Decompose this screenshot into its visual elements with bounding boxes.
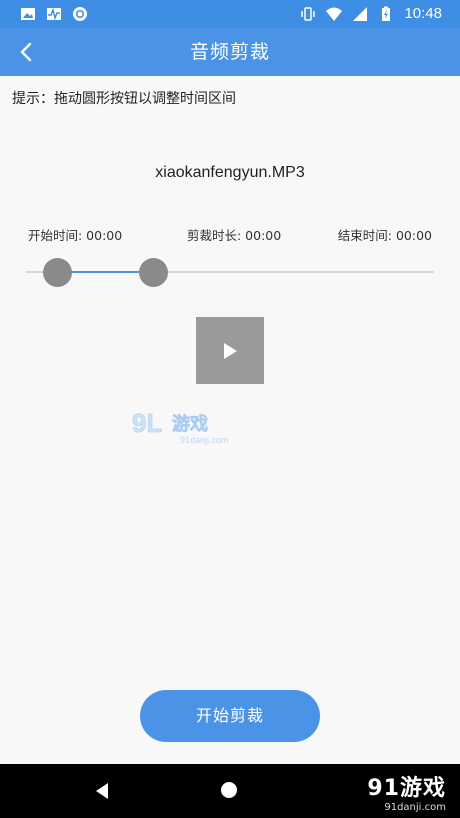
svg-text:9L: 9L: [132, 408, 162, 438]
status-right-icons: 10:48: [300, 4, 442, 24]
corner-logo: 91游戏 91danji.com: [367, 770, 446, 813]
end-time-label: 结束时间: 00:00: [337, 228, 432, 243]
page-title: 音频剪裁: [189, 41, 270, 63]
nav-home-icon[interactable]: [221, 782, 237, 798]
vibrate-icon: [301, 7, 316, 21]
hint-text: 提示：拖动圆形按钮以调整时间区间: [12, 91, 236, 107]
circle-icon: [73, 7, 87, 21]
status-left-icons: [20, 6, 88, 22]
system-nav-bar: 91游戏 91danji.com: [0, 764, 460, 818]
status-time: 10:48: [404, 5, 442, 22]
nav-back-icon[interactable]: [94, 782, 110, 800]
play-button[interactable]: [196, 317, 264, 384]
svg-text:91danji.com: 91danji.com: [180, 435, 229, 445]
start-cut-button[interactable]: 开始剪裁: [140, 690, 320, 742]
watermark-graphic: 9L 游戏 91danji.com: [132, 408, 229, 445]
start-handle[interactable]: [43, 258, 72, 287]
end-handle[interactable]: [139, 258, 168, 287]
file-name: xiaokanfengyun.MP3: [155, 164, 305, 181]
corner-logo-url: 91danji.com: [384, 802, 446, 813]
status-bar: 10:48: [0, 0, 460, 28]
watermark-logo: 9L 游戏 91danji.com: [132, 408, 232, 448]
signal-icon: [353, 7, 368, 21]
svg-text:游戏: 游戏: [172, 413, 208, 435]
battery-icon: [382, 6, 391, 21]
image-icon: [21, 8, 35, 20]
start-time-label: 开始时间: 00:00: [28, 228, 123, 243]
app-bar: 音频剪裁: [0, 28, 460, 76]
corner-logo-text: 91游戏: [367, 776, 446, 801]
wifi-icon: [326, 7, 343, 21]
activity-icon: [47, 7, 61, 21]
duration-label: 剪裁时长: 00:00: [187, 228, 282, 243]
play-icon: [224, 342, 237, 359]
